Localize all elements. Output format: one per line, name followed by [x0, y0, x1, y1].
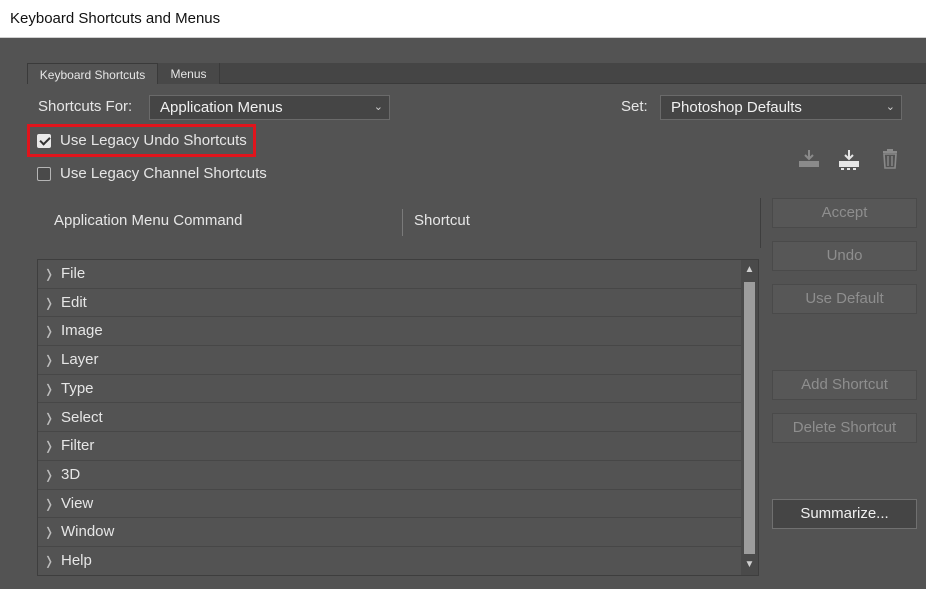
chevron-right-icon[interactable]: ❭	[44, 411, 54, 425]
title-bar: Keyboard Shortcuts and Menus	[0, 0, 926, 38]
tab-strip: Keyboard Shortcuts Menus	[27, 63, 926, 84]
save-set-icon[interactable]	[797, 147, 821, 171]
shortcuts-for-select[interactable]: Application Menus ⌄	[149, 95, 390, 120]
list-item-label: Select	[61, 408, 103, 426]
column-divider[interactable]	[402, 209, 403, 236]
chevron-right-icon[interactable]: ❭	[44, 468, 54, 482]
tab-menus[interactable]: Menus	[158, 63, 220, 84]
list-item-label: Layer	[61, 351, 99, 369]
set-label: Set:	[621, 98, 648, 115]
window-title: Keyboard Shortcuts and Menus	[10, 10, 221, 27]
list-item-label: Help	[61, 552, 92, 569]
list-item[interactable]: ❭ Image	[38, 317, 741, 347]
list-item[interactable]: ❭ Help	[38, 547, 741, 576]
chevron-right-icon[interactable]: ❭	[44, 382, 54, 396]
legacy-undo-label: Use Legacy Undo Shortcuts	[60, 132, 247, 149]
vertical-scrollbar[interactable]: ▲ ▼	[741, 260, 758, 575]
list-item-label: Filter	[61, 437, 95, 455]
accept-button[interactable]: Accept	[772, 198, 917, 228]
save-set-as-icon[interactable]	[837, 147, 861, 171]
divider	[760, 198, 761, 248]
list-item-label: Window	[61, 523, 115, 541]
list-item[interactable]: ❭ File	[38, 260, 741, 289]
delete-shortcut-button[interactable]: Delete Shortcut	[772, 413, 917, 443]
list-item[interactable]: ❭ Type	[38, 375, 741, 404]
chevron-right-icon[interactable]: ❭	[44, 525, 54, 539]
delete-set-icon[interactable]	[878, 147, 902, 171]
tab-keyboard-shortcuts[interactable]: Keyboard Shortcuts	[27, 63, 158, 84]
shortcuts-for-label: Shortcuts For:	[38, 98, 133, 115]
list-item[interactable]: ❭ Edit	[38, 289, 741, 318]
scrollbar-thumb[interactable]	[744, 282, 755, 554]
column-header-command[interactable]: Application Menu Command	[54, 212, 242, 229]
legacy-channel-label: Use Legacy Channel Shortcuts	[60, 165, 267, 182]
list-item[interactable]: ❭ Filter	[38, 432, 741, 461]
list-item[interactable]: ❭ Select	[38, 404, 741, 433]
set-select[interactable]: Photoshop Defaults ⌄	[660, 95, 902, 120]
list-item[interactable]: ❭ Window	[38, 518, 741, 547]
scroll-down-icon[interactable]: ▼	[741, 557, 758, 573]
list-item[interactable]: ❭ 3D	[38, 461, 741, 490]
use-default-button[interactable]: Use Default	[772, 284, 917, 314]
summarize-button[interactable]: Summarize...	[772, 499, 917, 529]
chevron-down-icon: ⌄	[373, 101, 383, 113]
chevron-right-icon[interactable]: ❭	[44, 267, 54, 281]
column-header-shortcut[interactable]: Shortcut	[414, 212, 470, 229]
list-item-label: View	[61, 494, 94, 512]
list-item[interactable]: ❭ View	[38, 490, 741, 519]
chevron-right-icon[interactable]: ❭	[44, 497, 54, 511]
shortcuts-for-value: Application Menus	[160, 99, 283, 116]
chevron-right-icon[interactable]: ❭	[44, 554, 54, 568]
legacy-undo-checkbox[interactable]	[37, 134, 51, 148]
chevron-right-icon[interactable]: ❭	[44, 324, 54, 338]
set-value: Photoshop Defaults	[671, 99, 802, 116]
list-item-label: File	[61, 265, 86, 282]
undo-button[interactable]: Undo	[772, 241, 917, 271]
legacy-channel-checkbox[interactable]	[37, 167, 51, 181]
list-item-label: Edit	[61, 293, 87, 311]
menu-command-list[interactable]: ❭ File ❭ Edit ❭ Image ❭ Layer ❭ Type ❭ Select …	[37, 259, 759, 576]
chevron-right-icon[interactable]: ❭	[44, 353, 54, 367]
chevron-down-icon: ⌄	[885, 101, 895, 113]
add-shortcut-button[interactable]: Add Shortcut	[772, 370, 917, 400]
chevron-right-icon[interactable]: ❭	[44, 439, 54, 453]
scroll-up-icon[interactable]: ▲	[741, 262, 758, 278]
list-item[interactable]: ❭ Layer	[38, 346, 741, 375]
list-item-label: Image	[61, 322, 103, 340]
chevron-right-icon[interactable]: ❭	[44, 296, 54, 310]
list-item-label: 3D	[61, 465, 81, 483]
list-item-label: Type	[61, 379, 94, 397]
